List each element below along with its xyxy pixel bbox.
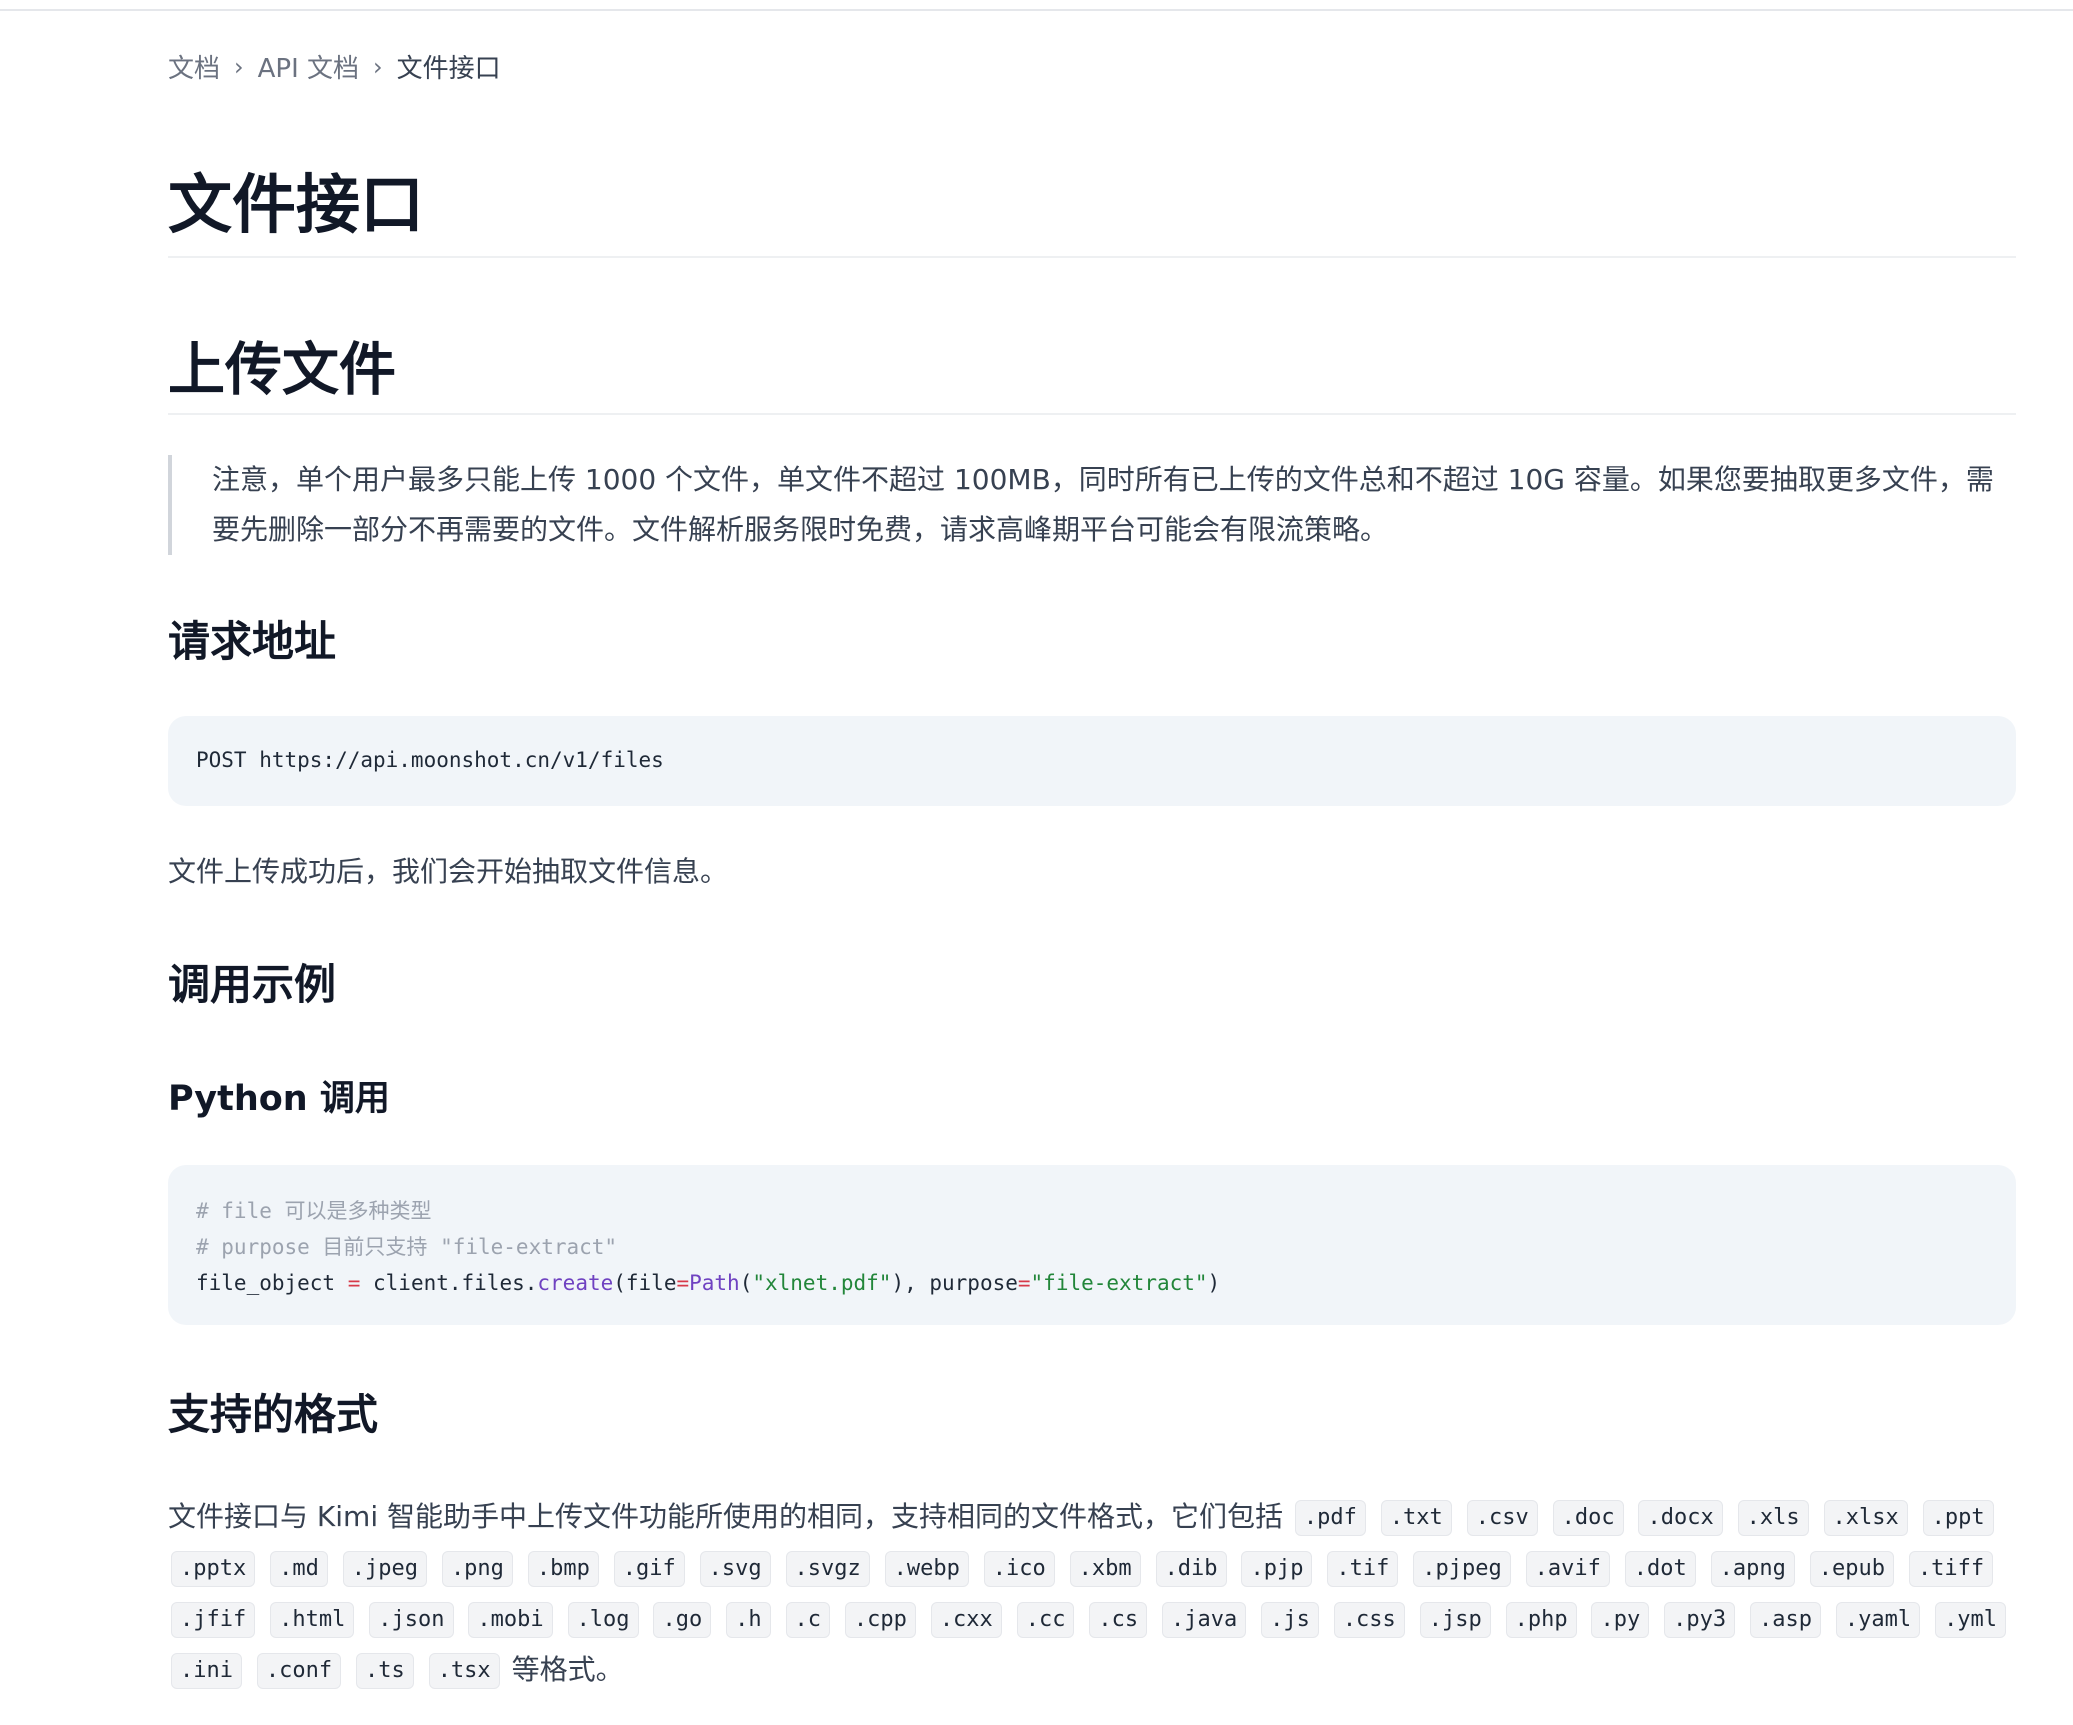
formats-title: 支持的格式 (168, 1390, 379, 1439)
file-extension-chip: .jpeg (342, 1551, 428, 1587)
file-extension-chip: .png (441, 1551, 513, 1587)
file-extension-chip: .csv (1466, 1500, 1538, 1536)
file-extension-chip: .docx (1638, 1500, 1723, 1536)
title-divider (168, 256, 2016, 258)
code-token: ), purpose (891, 1271, 1018, 1295)
file-extension-chip: .md (270, 1551, 328, 1587)
file-extension-chip: .dib (1155, 1551, 1227, 1587)
file-extension-chip: .tiff (1908, 1551, 1994, 1587)
breadcrumb-item-api-docs[interactable]: API 文档 (258, 48, 359, 85)
file-extension-chip: .cc (1016, 1602, 1075, 1638)
file-extension-chip: .xls (1737, 1500, 1809, 1536)
file-extension-chip: .webp (884, 1551, 969, 1587)
file-extension-chip: .pdf (1294, 1500, 1366, 1536)
chevron-right-icon: › (373, 52, 383, 81)
file-extension-chip: .c (785, 1602, 831, 1638)
code-token: client.files. (360, 1271, 538, 1295)
file-extension-chip: .doc (1552, 1500, 1624, 1536)
file-extension-chip: .pptx (171, 1551, 256, 1587)
code-line: file_object = client.files.create(file=P… (196, 1265, 1988, 1301)
file-extension-chip: .jsp (1419, 1602, 1491, 1638)
request-url-code-block[interactable]: POST https://api.moonshot.cn/v1/files (168, 716, 2016, 806)
code-token: ( (739, 1271, 753, 1295)
file-extension-chip: .svg (699, 1551, 771, 1587)
file-extension-chip: .bmp (527, 1551, 599, 1587)
file-extension-chip: .xbm (1069, 1551, 1141, 1587)
formats-intro: 文件接口与 Kimi 智能助手中上传文件功能所使用的相同，支持相同的文件格式，它… (168, 1500, 1284, 1533)
file-extension-chip: .txt (1380, 1500, 1452, 1536)
file-extension-chip: .cs (1089, 1602, 1148, 1638)
file-extension-chip: .css (1333, 1602, 1405, 1638)
file-extension-chip: .py3 (1664, 1602, 1736, 1638)
file-extension-chip: .avif (1525, 1551, 1610, 1587)
file-extension-chip: .ts (356, 1653, 414, 1689)
file-extension-chip: .yml (1935, 1602, 2007, 1638)
request-url-title: 请求地址 (168, 617, 337, 666)
chevron-right-icon: › (234, 52, 244, 81)
breadcrumb-current: 文件接口 (396, 54, 501, 84)
page-title: 文件接口 (168, 169, 424, 243)
file-extension-chip: .tsx (428, 1653, 500, 1689)
file-extension-chip: .mobi (468, 1602, 553, 1638)
file-extension-chip: .py (1591, 1602, 1650, 1638)
file-extension-chip: .ini (171, 1653, 242, 1689)
file-extension-chip: .gif (613, 1551, 685, 1587)
code-token: ) (1207, 1271, 1221, 1295)
code-token: = (1017, 1271, 1031, 1295)
file-extension-chip: .jfif (171, 1602, 256, 1638)
code-token: "xlnet.pdf" (752, 1271, 892, 1295)
file-extension-chip: .pjpeg (1413, 1551, 1511, 1587)
code-token: file_object (196, 1271, 348, 1295)
file-extension-chip: .apng (1710, 1551, 1795, 1587)
code-comment-line: # file 可以是多种类型 (196, 1199, 432, 1223)
code-token: "file-extract" (1030, 1271, 1208, 1295)
notice-text: 注意，单个用户最多只能上传 1000 个文件，单文件不超过 100MB，同时所有… (212, 463, 1994, 546)
file-extension-chip: .h (726, 1602, 771, 1638)
file-extension-chip: .java (1162, 1602, 1247, 1638)
file-extension-chip: .dot (1624, 1551, 1696, 1587)
file-extension-chip: .asp (1750, 1602, 1822, 1638)
file-extension-chip: .cpp (844, 1602, 916, 1638)
formats-paragraph: 文件接口与 Kimi 智能助手中上传文件功能所使用的相同，支持相同的文件格式，它… (168, 1491, 2016, 1695)
request-url-code: POST https://api.moonshot.cn/v1/files (196, 748, 664, 772)
file-extension-chip: .epub (1809, 1551, 1895, 1587)
file-extension-chip: .xlsx (1823, 1500, 1908, 1536)
file-extension-chip: .go (653, 1602, 712, 1638)
python-example-title: Python 调用 (168, 1079, 390, 1119)
code-token: Path (689, 1271, 740, 1295)
upload-section-title: 上传文件 (168, 337, 396, 403)
file-extension-chip: .json (369, 1602, 454, 1638)
code-token: = (676, 1271, 690, 1295)
code-token: create (537, 1271, 614, 1295)
file-extension-chip: .ico (983, 1551, 1055, 1587)
code-token: = (347, 1271, 361, 1295)
file-extension-chip: .yaml (1835, 1602, 1921, 1638)
code-token: (file (613, 1271, 677, 1295)
file-extension-chip: .tif (1327, 1551, 1399, 1587)
python-code-block[interactable]: # file 可以是多种类型 # purpose 目前只支持 "file-ext… (168, 1165, 2016, 1325)
code-comment-line: # purpose 目前只支持 "file-extract" (196, 1235, 618, 1259)
notice-blockquote: 注意，单个用户最多只能上传 1000 个文件，单文件不超过 100MB，同时所有… (168, 455, 2016, 555)
file-extension-chip: .html (270, 1602, 355, 1638)
section-divider (168, 413, 2016, 415)
file-extension-chip: .log (567, 1602, 639, 1638)
file-extension-chip: .php (1505, 1602, 1577, 1638)
breadcrumb-item-docs[interactable]: 文档 (168, 48, 220, 85)
file-extension-chip: .js (1261, 1602, 1319, 1638)
formats-outro: 等格式。 (511, 1653, 624, 1686)
file-extension-chip: .pjp (1241, 1551, 1313, 1587)
breadcrumb: 文档 › API 文档 › 文件接口 (168, 48, 501, 85)
file-extension-chip: .ppt (1922, 1500, 1994, 1536)
file-extension-chip: .cxx (930, 1602, 1002, 1638)
upload-description: 文件上传成功后，我们会开始抽取文件信息。 (168, 855, 729, 888)
top-border (0, 0, 2073, 11)
file-extension-chip: .conf (256, 1653, 342, 1689)
file-extension-chip: .svgz (785, 1551, 870, 1587)
example-title: 调用示例 (168, 960, 337, 1009)
